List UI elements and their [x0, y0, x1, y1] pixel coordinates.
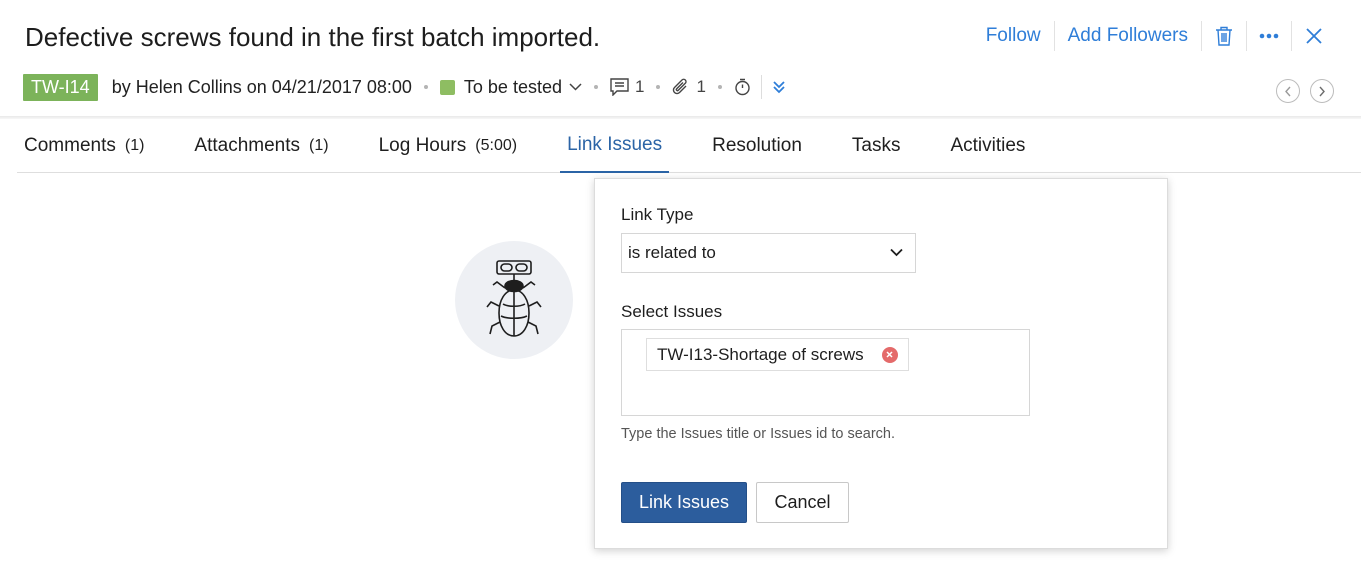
- tab-label: Attachments: [194, 135, 301, 156]
- link-type-select[interactable]: is related to: [621, 233, 916, 273]
- comment-count: 1: [634, 77, 645, 96]
- tab-label: Activities: [950, 135, 1026, 156]
- bug-icon: [486, 260, 542, 337]
- tab-link-issues[interactable]: Link Issues: [560, 119, 670, 173]
- dot-separator: [717, 85, 722, 89]
- tab-label: Tasks: [851, 135, 901, 156]
- follow-button[interactable]: Follow: [973, 25, 1054, 47]
- link-issues-dialog: Link Type is related to Select Issues TW…: [594, 178, 1168, 549]
- tab-bar: Comments (1) Attachments (1) Log Hours (…: [17, 119, 1361, 173]
- tab-label: Comments: [24, 135, 116, 156]
- dot-separator: [593, 85, 598, 89]
- close-icon[interactable]: [1292, 22, 1336, 50]
- link-type-label: Link Type: [621, 205, 694, 224]
- more-icon[interactable]: [1247, 22, 1291, 50]
- tab-count: (1): [309, 137, 329, 154]
- link-issues-button[interactable]: Link Issues: [621, 482, 747, 523]
- issue-title: Defective screws found in the first batc…: [25, 22, 601, 52]
- trash-icon[interactable]: [1202, 22, 1246, 50]
- chevron-right-icon[interactable]: [1310, 79, 1334, 103]
- divider: [760, 75, 762, 99]
- paperclip-icon[interactable]: [672, 77, 690, 97]
- search-hint: Type the Issues title or Issues id to se…: [621, 426, 896, 442]
- attachment-count: 1: [696, 77, 706, 96]
- tab-comments[interactable]: Comments (1): [17, 119, 151, 173]
- tab-count: (1): [124, 137, 145, 154]
- selected-issue-label: TW-I13-Shortage of screws: [657, 344, 864, 364]
- issue-byline: by Helen Collins on 04/21/2017 08:00: [111, 76, 412, 97]
- select-issues-label: Select Issues: [621, 302, 723, 321]
- status-color-indicator: [439, 79, 455, 95]
- tab-label: Link Issues: [567, 134, 663, 155]
- link-type-value: is related to: [628, 243, 716, 262]
- issue-meta: TW-I14 by Helen Collins on 04/21/2017 08…: [23, 73, 786, 101]
- remove-icon[interactable]: [881, 346, 898, 363]
- tab-attachments[interactable]: Attachments (1): [187, 119, 335, 173]
- dot-separator: [656, 85, 661, 89]
- tab-label: Log Hours: [378, 135, 467, 156]
- dot-separator: [423, 85, 428, 89]
- status-dropdown[interactable]: To be tested: [464, 77, 562, 98]
- issue-navigation: [1276, 79, 1334, 103]
- tab-activities[interactable]: Activities: [943, 119, 1032, 173]
- issue-id-badge: TW-I14: [23, 73, 98, 101]
- empty-state-illustration: [455, 241, 573, 359]
- tab-count: (5:00): [475, 137, 518, 154]
- comment-icon[interactable]: [610, 78, 629, 96]
- cancel-button[interactable]: Cancel: [756, 482, 849, 523]
- issue-search-input[interactable]: TW-I13-Shortage of screws: [621, 329, 1030, 416]
- double-chevron-down-icon[interactable]: [772, 80, 786, 94]
- tab-resolution[interactable]: Resolution: [705, 119, 809, 173]
- add-followers-button[interactable]: Add Followers: [1055, 25, 1201, 47]
- tab-label: Resolution: [712, 135, 802, 156]
- timer-icon[interactable]: [734, 78, 751, 96]
- tab-tasks[interactable]: Tasks: [845, 119, 908, 173]
- chevron-down-icon: [890, 248, 903, 257]
- top-actions: Follow Add Followers: [973, 21, 1336, 51]
- chevron-left-icon[interactable]: [1276, 79, 1300, 103]
- selected-issue-chip: TW-I13-Shortage of screws: [646, 338, 909, 371]
- tab-log-hours[interactable]: Log Hours (5:00): [372, 119, 524, 173]
- chevron-down-icon[interactable]: [569, 83, 582, 91]
